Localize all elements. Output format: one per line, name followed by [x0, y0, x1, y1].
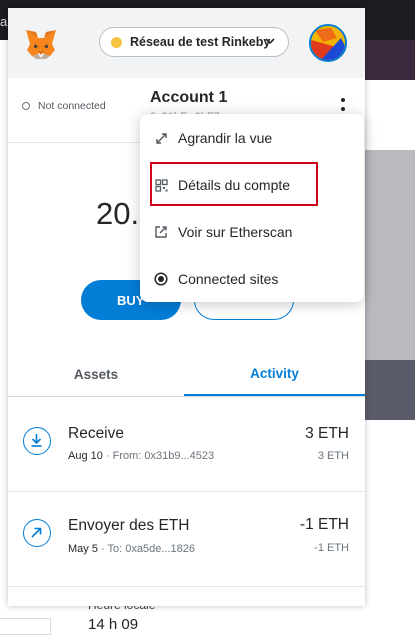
network-name: Réseau de test Rinkeby [130, 35, 271, 49]
transaction-amount: 3 ETH [305, 425, 349, 442]
transaction-counterparty: · To: 0xa5de...1826 [97, 543, 196, 555]
background-footer: Heure locale 14 h 09 [0, 598, 415, 635]
send-icon [23, 519, 51, 547]
highlight-box [150, 162, 318, 206]
transaction-amount-secondary: -1 ETH [314, 542, 349, 554]
balance-amount: 20. [96, 196, 140, 231]
connection-status-label: Not connected [38, 100, 106, 112]
background-banner [365, 40, 415, 80]
tab-assets[interactable]: Assets [8, 352, 184, 396]
transaction-subtitle: May 5 · To: 0xa5de...1826 [68, 543, 195, 555]
menu-item-label: Connected sites [178, 271, 279, 287]
network-status-dot [111, 36, 122, 48]
menu-item-expand-view[interactable]: Agrandir la vue [140, 118, 364, 158]
transaction-amount: -1 ETH [299, 516, 349, 533]
connection-status[interactable]: Not connected [22, 100, 106, 112]
menu-item-label: Voir sur Etherscan [178, 224, 293, 240]
menu-item-view-on-etherscan[interactable]: Voir sur Etherscan [140, 212, 364, 252]
external-link-icon [154, 225, 168, 239]
account-name[interactable]: Account 1 [150, 89, 227, 107]
transaction-row[interactable]: Envoyer des ETH May 5 · To: 0xa5de...182… [8, 492, 365, 587]
account-options-menu: Agrandir la vue Détails du compte Voir s… [140, 114, 364, 302]
transaction-counterparty: · From: 0x31b9...4523 [102, 450, 215, 462]
metamask-fox-icon[interactable] [24, 28, 58, 60]
connected-sites-icon [154, 272, 168, 286]
asset-tabs: Assets Activity [8, 352, 365, 397]
transaction-date: May 5 [68, 543, 98, 555]
menu-item-connected-sites[interactable]: Connected sites [140, 259, 364, 299]
transaction-title: Envoyer des ETH [68, 517, 190, 534]
chevron-down-icon [265, 38, 275, 45]
receive-icon [23, 427, 51, 455]
transaction-title: Receive [68, 425, 124, 442]
network-selector[interactable]: Réseau de test Rinkeby [99, 27, 289, 57]
transaction-subtitle: Aug 10 · From: 0x31b9...4523 [68, 450, 214, 462]
menu-item-label: Agrandir la vue [178, 130, 273, 146]
transaction-date: Aug 10 [68, 450, 103, 462]
app-header: Réseau de test Rinkeby [8, 8, 365, 78]
account-avatar[interactable] [309, 24, 347, 62]
connection-status-icon [22, 102, 30, 110]
background-image [365, 150, 415, 420]
local-time-value: 14 h 09 [88, 616, 139, 633]
identicon-icon [311, 26, 345, 60]
tab-activity[interactable]: Activity [184, 352, 365, 396]
transaction-row[interactable]: Receive Aug 10 · From: 0x31b9...4523 3 E… [8, 397, 365, 492]
transaction-amount-secondary: 3 ETH [317, 450, 349, 462]
expand-icon [154, 131, 168, 145]
metamask-popup: Réseau de test Rinkeby Not connected Acc… [8, 8, 365, 606]
background-box [0, 618, 51, 635]
